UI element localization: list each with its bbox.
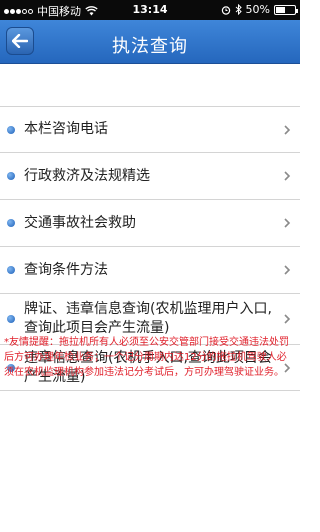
nav-bar: 执法查询 — [0, 20, 300, 64]
status-right: 50% — [221, 3, 298, 16]
list-item-label: 交通事故社会救助 — [24, 214, 136, 231]
bullet-icon — [7, 315, 15, 323]
bullet-icon — [7, 172, 15, 180]
chevron-right-icon — [284, 218, 291, 228]
list-item-label: 本栏咨询电话 — [24, 121, 108, 137]
list-item-label: 牌证、违章信息查询(农机监理用户入口,查询此项目会产生流量) — [24, 301, 272, 336]
list-item-admin-relief[interactable]: 行政救济及法规精选 — [0, 153, 300, 200]
battery-icon — [274, 4, 298, 15]
bullet-icon — [7, 266, 15, 274]
chevron-right-icon — [284, 124, 291, 135]
page-title: 执法查询 — [112, 36, 188, 57]
list-item-query-method[interactable]: 查询条件方法 — [0, 247, 300, 294]
list-item-consult-phone[interactable]: 本栏咨询电话 — [0, 106, 300, 153]
chevron-right-icon — [284, 265, 291, 275]
chevron-right-icon — [284, 171, 291, 181]
alarm-icon — [221, 5, 230, 15]
battery-level — [276, 6, 285, 13]
list-item-label: 查询条件方法 — [24, 261, 108, 278]
status-bar: 中国移动 13:14 50% — [0, 0, 300, 20]
list-item-label: 行政救济及法规精选 — [24, 167, 150, 184]
battery-percent: 50% — [245, 3, 270, 16]
reminder-notice: *友情提醒：拖拉机所有人必须至公安交管部门接受交通违法处罚后方可办理年检业务；一… — [4, 337, 289, 378]
bluetooth-icon — [235, 4, 242, 15]
bullet-icon — [7, 125, 15, 134]
list-item-accident-aid[interactable]: 交通事故社会救助 — [0, 200, 300, 247]
bullet-icon — [7, 219, 15, 227]
chevron-right-icon — [284, 314, 291, 324]
